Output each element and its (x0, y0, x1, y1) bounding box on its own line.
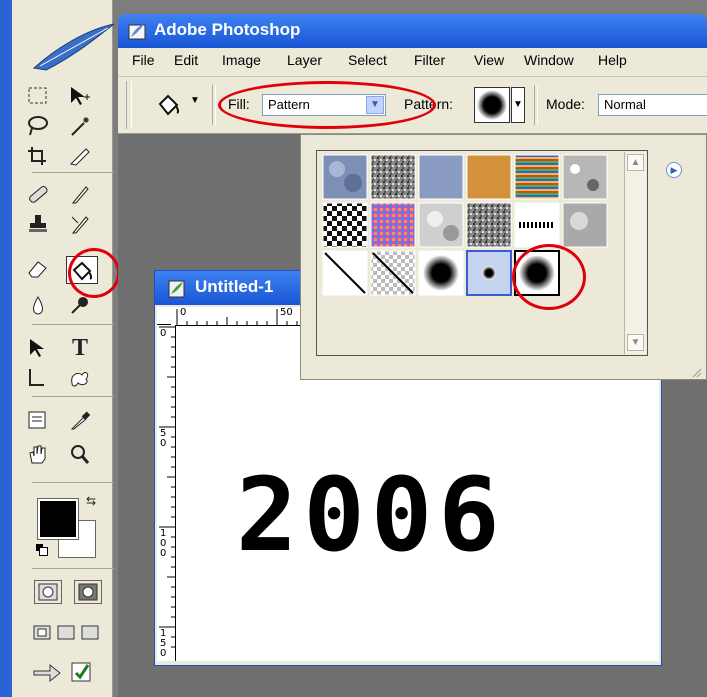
ruler-left-label: 1 0 0 (160, 528, 167, 559)
lasso-tool-icon[interactable] (20, 112, 56, 140)
quick-mask-mode-button[interactable] (74, 580, 102, 604)
ruler-left-label: 5 0 (160, 428, 167, 449)
canvas-text-2006: 2006 (236, 456, 506, 575)
toolbox-divider (32, 568, 114, 569)
magic-wand-tool-icon[interactable] (62, 112, 98, 140)
app-title: Adobe Photoshop (154, 20, 301, 39)
mode-label: Mode: (546, 96, 585, 112)
marquee-tool-icon[interactable] (20, 82, 56, 110)
menu-image[interactable]: Image (222, 52, 261, 68)
swap-colors-icon[interactable]: ⇆ (82, 492, 100, 510)
toolbox-divider (32, 396, 114, 397)
menu-filter[interactable]: Filter (414, 52, 445, 68)
fill-pattern-highlight-circle (218, 81, 436, 129)
scroll-up-icon[interactable]: ▲ (627, 154, 644, 171)
menu-help[interactable]: Help (598, 52, 627, 68)
ruler-top-label: 0 (180, 307, 187, 318)
pattern-bubbles[interactable] (322, 154, 368, 200)
custom-shape-tool-icon[interactable] (62, 364, 98, 392)
options-bar-grip (126, 81, 132, 129)
options-divider (534, 85, 538, 125)
paint-bucket-preset-icon[interactable] (156, 93, 182, 117)
jump-to-imageready-button[interactable] (30, 654, 110, 684)
history-brush-tool-icon[interactable] (62, 210, 98, 238)
pattern-checker-dither[interactable] (322, 202, 368, 248)
pattern-swatch[interactable] (474, 87, 510, 123)
pattern-gray-granite[interactable] (562, 154, 608, 200)
ruler-vertical-ticks (159, 326, 175, 648)
pen-tool-icon[interactable] (20, 364, 56, 392)
notes-tool-icon[interactable] (20, 406, 56, 434)
mode-select-value: Normal (604, 97, 646, 112)
slice-tool-icon[interactable] (62, 142, 98, 170)
pattern-thumbnails (322, 154, 608, 296)
mode-select[interactable]: Normal (598, 94, 707, 116)
menu-file[interactable]: File (132, 52, 155, 68)
clone-stamp-tool-icon[interactable] (20, 210, 56, 238)
preset-dropdown-arrow-icon[interactable]: ▼ (190, 95, 200, 106)
pattern-gray-fibers[interactable] (466, 202, 512, 248)
ruler-vertical: 0 5 0 1 0 0 1 5 0 (157, 325, 176, 661)
pattern-noise-gray[interactable] (370, 154, 416, 200)
screen-mode-buttons[interactable] (30, 618, 110, 642)
pattern-highlight-circle (512, 244, 586, 310)
picker-menu-arrow-icon[interactable]: ▶ (666, 162, 682, 178)
menu-layer[interactable]: Layer (287, 52, 322, 68)
options-divider (212, 85, 216, 125)
toolbox-divider (32, 324, 114, 325)
pattern-multicolor-noise[interactable] (370, 202, 416, 248)
menu-edit[interactable]: Edit (174, 52, 198, 68)
pattern-grid (316, 150, 648, 356)
toolbox-divider (32, 482, 114, 483)
desktop-edge (0, 0, 12, 697)
app-title-bar: Adobe Photoshop (118, 14, 707, 48)
standard-mode-button[interactable] (34, 580, 62, 604)
document-title: Untitled-1 (195, 277, 274, 296)
toolbox: T ⇆ (12, 0, 120, 697)
pattern-blue-paper[interactable] (418, 154, 464, 200)
eyedropper-tool-icon[interactable] (62, 406, 98, 434)
menu-view[interactable]: View (474, 52, 504, 68)
eraser-tool-icon[interactable] (20, 254, 56, 282)
pattern-picker-toggle[interactable]: ▼ (511, 87, 525, 123)
menu-bar: File Edit Image Layer Select Filter View… (118, 48, 707, 77)
move-tool-icon[interactable] (62, 82, 98, 110)
type-tool-icon[interactable]: T (62, 334, 98, 362)
hand-tool-icon[interactable] (20, 440, 56, 468)
healing-brush-tool-icon[interactable] (20, 180, 56, 208)
dodge-tool-icon[interactable] (62, 292, 98, 320)
toolbox-divider (32, 172, 114, 173)
ruler-left-label: 1 5 0 (160, 628, 167, 659)
crop-tool-icon[interactable] (20, 142, 56, 170)
menu-select[interactable]: Select (348, 52, 387, 68)
pattern-scrollbar[interactable]: ▲ ▼ (624, 152, 646, 354)
default-colors-icon[interactable] (36, 544, 48, 556)
scroll-down-icon[interactable]: ▼ (627, 334, 644, 351)
menu-window[interactable]: Window (524, 52, 574, 68)
pattern-gray-clouds[interactable] (418, 202, 464, 248)
photoshop-app-icon (128, 24, 146, 40)
foreground-color-swatch[interactable] (37, 498, 79, 540)
photoshop-feather-icon (32, 23, 115, 71)
document-icon (168, 280, 185, 298)
pattern-orange-paper[interactable] (466, 154, 512, 200)
zoom-tool-icon[interactable] (62, 440, 98, 468)
brush-tool-icon[interactable] (62, 180, 98, 208)
ruler-left-label: 0 (160, 328, 167, 339)
paint-bucket-highlight-circle (68, 248, 120, 298)
pattern-rainbow-stripes[interactable] (514, 154, 560, 200)
path-selection-tool-icon[interactable] (20, 334, 56, 362)
resize-grip-icon[interactable] (690, 366, 702, 378)
blur-tool-icon[interactable] (20, 292, 56, 320)
ruler-top-label: 50 (280, 307, 293, 318)
